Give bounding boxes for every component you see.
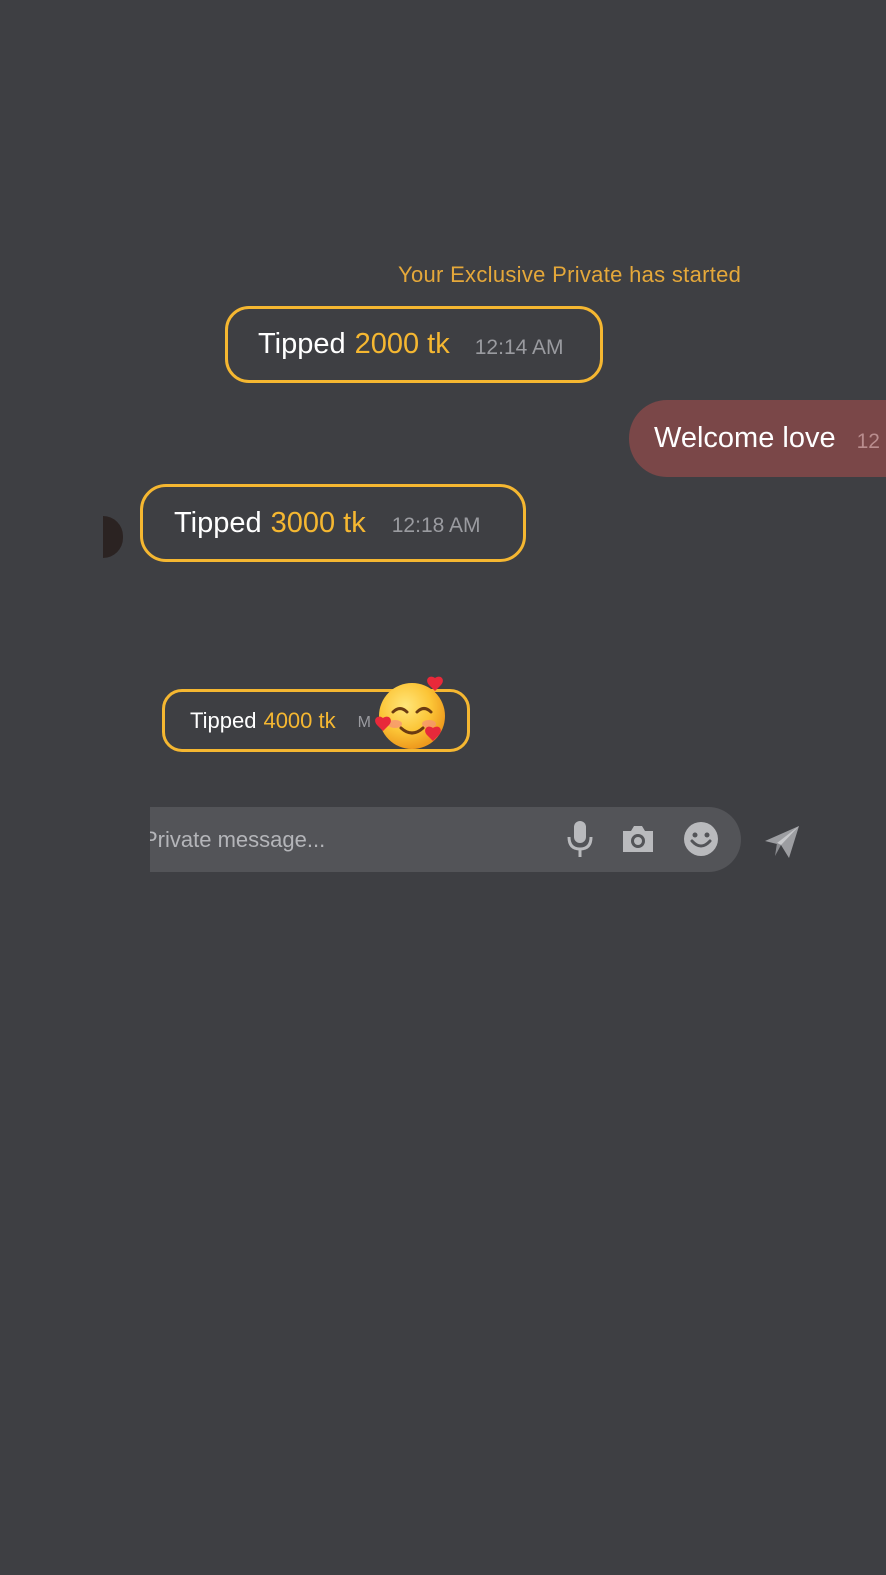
message-timestamp: 12:14 AM — [474, 335, 564, 359]
paper-plane-send-icon[interactable] — [763, 823, 801, 861]
private-session-notice: Your Exclusive Private has started — [398, 262, 742, 287]
own-message-bubble[interactable]: Welcome love 12 — [629, 400, 886, 477]
tip-amount: 2000 tk — [354, 328, 450, 360]
message-input[interactable] — [150, 807, 543, 872]
microphone-icon[interactable] — [566, 819, 594, 859]
smiley-icon[interactable] — [683, 821, 719, 857]
smiling-face-with-hearts-emoji — [375, 676, 445, 749]
message-composer — [150, 807, 741, 872]
tip-label: Tipped — [190, 707, 257, 733]
tip-label: Tipped — [258, 328, 346, 360]
message-timestamp: 12 — [856, 429, 880, 453]
message-timestamp: 12:18 AM — [391, 514, 481, 537]
tip-message: Tipped 3000 tk 12:18 AM — [140, 484, 526, 562]
tip-amount: 4000 tk — [263, 707, 336, 733]
sender-avatar[interactable] — [103, 516, 123, 558]
message-timestamp: M — [357, 713, 371, 731]
message-text: Welcome love — [654, 422, 836, 454]
tip-label: Tipped — [174, 506, 262, 539]
tip-amount: 3000 tk — [270, 506, 366, 539]
camera-icon[interactable] — [620, 821, 656, 857]
tip-message: Tipped 2000 tk 12:14 AM — [225, 306, 603, 383]
